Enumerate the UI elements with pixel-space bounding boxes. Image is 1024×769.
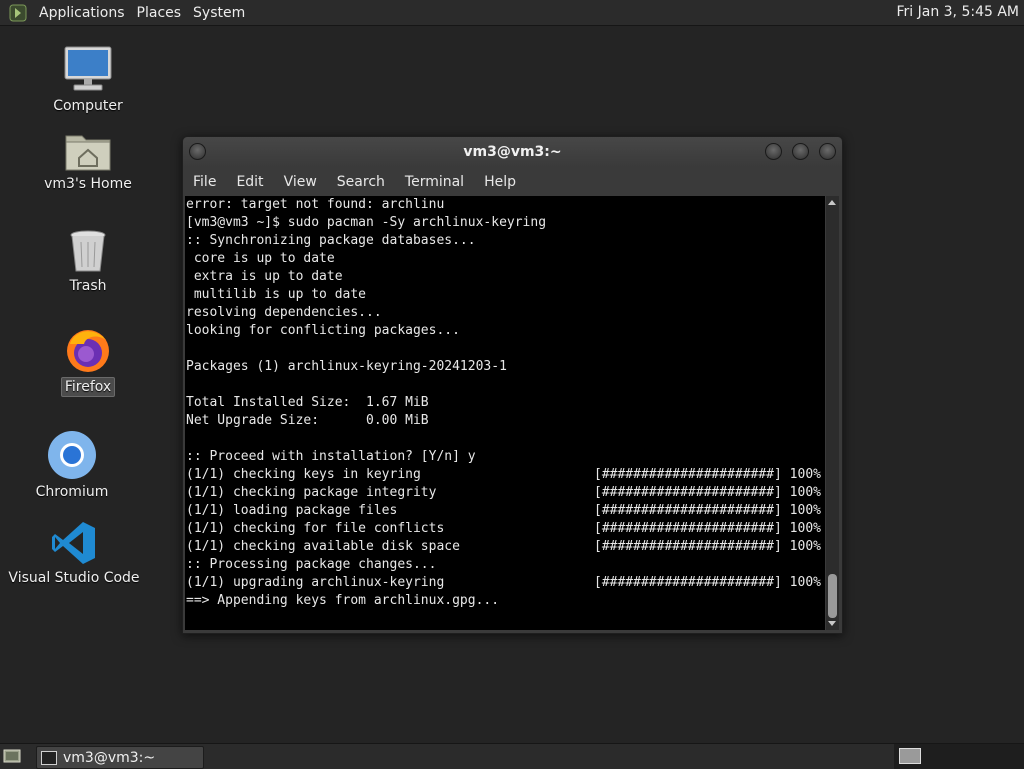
terminal-line-text: (1/1) checking available disk space <box>186 539 460 554</box>
progress-bar-text: [######################] 100% <box>594 485 821 500</box>
terminal-line-text: Total Installed Size: 1.67 MiB <box>186 395 429 410</box>
terminal-line: Net Upgrade Size: 0.00 MiB <box>185 412 825 430</box>
desktop-icon-label: Firefox <box>60 377 116 397</box>
taskbar-item-label: vm3@vm3:~ <box>63 749 156 766</box>
menu-help[interactable]: Help <box>474 174 526 190</box>
applications-menu[interactable]: Applications <box>33 5 131 21</box>
menu-search[interactable]: Search <box>327 174 395 190</box>
menu-terminal[interactable]: Terminal <box>395 174 474 190</box>
terminal-scrollbar[interactable] <box>826 196 839 630</box>
terminal-line: :: Synchronizing package databases... <box>185 232 825 250</box>
terminal-line-text: resolving dependencies... <box>186 305 382 320</box>
terminal-menubar: File Edit View Search Terminal Help <box>183 169 842 195</box>
clock[interactable]: Fri Jan 3, 5:45 AM <box>896 4 1019 20</box>
desktop-icon-firefox[interactable]: Firefox <box>18 326 158 397</box>
terminal-line: :: Processing package changes... <box>185 556 825 574</box>
desktop-icon-chromium[interactable]: Chromium <box>2 430 142 501</box>
firefox-icon <box>67 330 109 372</box>
chromium-icon <box>48 431 96 479</box>
terminal-line: (1/1) checking available disk space [####… <box>185 538 825 556</box>
menu-file[interactable]: File <box>183 174 226 190</box>
terminal-line: (1/1) loading package files [############… <box>185 502 825 520</box>
terminal-line: (1/1) upgrading archlinux-keyring [######… <box>185 574 825 592</box>
terminal-line: ==> Appending keys from archlinux.gpg... <box>185 592 825 610</box>
terminal-line: (1/1) checking keys in keyring [#########… <box>185 466 825 484</box>
maximize-button[interactable] <box>792 143 809 160</box>
terminal-line-text: :: Synchronizing package databases... <box>186 233 476 248</box>
terminal-icon <box>41 750 57 765</box>
terminal-line: core is up to date <box>185 250 825 268</box>
terminal-line-text: [vm3@vm3 ~]$ sudo pacman -Sy archlinux-k… <box>186 215 547 230</box>
system-menu[interactable]: System <box>187 5 251 21</box>
desktop-icon-computer[interactable]: Computer <box>18 44 158 115</box>
terminal-line-text: (1/1) checking for file conflicts <box>186 521 445 536</box>
terminal-line-text: ==> Appending keys from archlinux.gpg... <box>186 593 500 608</box>
terminal-line: Packages (1) archlinux-keyring-20241203-… <box>185 358 825 376</box>
terminal-line: Total Installed Size: 1.67 MiB <box>185 394 825 412</box>
home-folder-icon <box>65 135 111 171</box>
top-panel: Applications Places System Fri Jan 3, 5:… <box>0 0 1024 26</box>
trash-icon <box>70 230 106 272</box>
terminal-line-text: error: target not found: archlinu <box>186 197 445 212</box>
close-button[interactable] <box>819 143 836 160</box>
show-desktop-icon[interactable] <box>3 748 21 764</box>
terminal-output[interactable]: error: target not found: archlinu [vm3@vm… <box>185 196 825 630</box>
vscode-icon <box>52 522 95 564</box>
desktop-icon-label: vm3's Home <box>44 176 132 192</box>
terminal-line: (1/1) checking for file conflicts [######… <box>185 520 825 538</box>
window-titlebar[interactable]: vm3@vm3:~ <box>183 137 842 167</box>
terminal-line: :: Proceed with installation? [Y/n] y <box>185 448 825 466</box>
terminal-line: [vm3@vm3 ~]$ sudo pacman -Sy archlinux-k… <box>185 214 825 232</box>
desktop-icon-label: Visual Studio Code <box>8 570 140 586</box>
terminal-line: (1/1) checking package integrity [#######… <box>185 484 825 502</box>
terminal-line: extra is up to date <box>185 268 825 286</box>
scroll-up-arrow-icon[interactable] <box>828 200 836 205</box>
desktop-icon-label: Computer <box>53 98 123 114</box>
desktop-icon-vscode[interactable]: Visual Studio Code <box>4 520 144 587</box>
terminal-window[interactable]: vm3@vm3:~ File Edit View Search Terminal… <box>182 136 843 634</box>
terminal-line-text: core is up to date <box>186 251 335 266</box>
progress-bar-text: [######################] 100% <box>594 503 821 518</box>
menu-view[interactable]: View <box>274 174 327 190</box>
terminal-line-text: (1/1) upgrading archlinux-keyring <box>186 575 445 590</box>
progress-bar-text: [######################] 100% <box>594 521 821 536</box>
desktop-icon-trash[interactable]: Trash <box>18 228 158 295</box>
places-menu[interactable]: Places <box>131 5 188 21</box>
desktop-icon-home[interactable]: vm3's Home <box>18 128 158 193</box>
terminal-line-text: extra is up to date <box>186 269 343 284</box>
terminal-line-text: (1/1) checking keys in keyring <box>186 467 421 482</box>
scroll-thumb[interactable] <box>828 574 837 618</box>
terminal-line: multilib is up to date <box>185 286 825 304</box>
applications-menu-icon[interactable] <box>9 4 27 22</box>
terminal-line: looking for conflicting packages... <box>185 322 825 340</box>
desktop-icon-label: Trash <box>69 278 107 294</box>
taskbar-item-terminal[interactable]: vm3@vm3:~ <box>36 746 204 769</box>
terminal-line-text: (1/1) loading package files <box>186 503 398 518</box>
progress-bar-text: [######################] 100% <box>594 539 821 554</box>
desktop-icon-label: Chromium <box>35 484 109 500</box>
menu-edit[interactable]: Edit <box>226 174 273 190</box>
terminal-line-text: multilib is up to date <box>186 287 367 302</box>
terminal-line-text: looking for conflicting packages... <box>186 323 460 338</box>
minimize-button[interactable] <box>765 143 782 160</box>
workspace-switcher[interactable] <box>894 744 1024 769</box>
terminal-line: resolving dependencies... <box>185 304 825 322</box>
progress-bar-text: [######################] 100% <box>594 467 821 482</box>
terminal-line-text: Net Upgrade Size: 0.00 MiB <box>186 413 429 428</box>
terminal-line: error: target not found: archlinu <box>185 196 825 214</box>
bottom-panel: vm3@vm3:~ <box>0 743 1024 769</box>
window-title: vm3@vm3:~ <box>463 144 562 160</box>
progress-bar-text: [######################] 100% <box>594 575 821 590</box>
terminal-line-text: :: Processing package changes... <box>186 557 437 572</box>
terminal-line-text: (1/1) checking package integrity <box>186 485 437 500</box>
scroll-down-arrow-icon[interactable] <box>828 621 836 626</box>
terminal-line-text: :: Proceed with installation? [Y/n] y <box>186 449 476 464</box>
workspace-1[interactable] <box>899 748 921 764</box>
computer-icon <box>64 46 112 91</box>
terminal-line-text: Packages (1) archlinux-keyring-20241203-… <box>186 359 507 374</box>
